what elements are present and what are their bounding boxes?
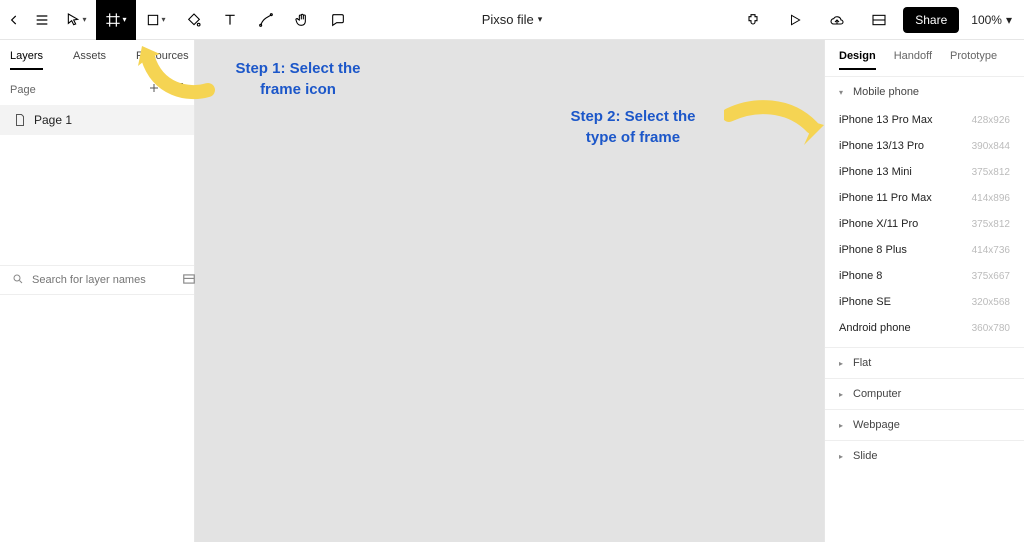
- top-toolbar: ▾ ▾ ▾ Pixso file ▾: [0, 0, 1024, 40]
- right-tabs: Design Handoff Prototype: [825, 40, 1024, 76]
- section-mobile: ▾ Mobile phone iPhone 13 Pro Max428x926 …: [825, 76, 1024, 347]
- view-mode-button[interactable]: [861, 0, 897, 40]
- preset-list-mobile: iPhone 13 Pro Max428x926 iPhone 13/13 Pr…: [825, 107, 1024, 347]
- section-title: Slide: [853, 450, 877, 462]
- search-icon: [12, 273, 24, 288]
- chevron-down-icon: ▾: [1006, 13, 1012, 27]
- left-panel: Layers Assets Resources Page Page 1: [0, 40, 195, 542]
- layer-search: [0, 265, 194, 295]
- triangle-down-icon: ▾: [839, 88, 847, 97]
- text-tool[interactable]: [212, 0, 248, 40]
- frame-preset[interactable]: iPhone 13 Mini375x812: [825, 159, 1024, 185]
- file-title[interactable]: Pixso file ▾: [482, 12, 543, 27]
- toolbar-right: Share 100% ▾: [735, 0, 1018, 40]
- page-header: Page: [0, 76, 194, 103]
- page-icon: [14, 113, 26, 127]
- page-name: Page 1: [34, 113, 72, 127]
- section-title: Webpage: [853, 419, 900, 431]
- plugins-button[interactable]: [735, 0, 771, 40]
- frame-preset[interactable]: iPhone 8375x667: [825, 263, 1024, 289]
- play-button[interactable]: [777, 0, 813, 40]
- annotation-step2: Step 2: Select the type of frame: [553, 106, 713, 148]
- frame-preset[interactable]: iPhone 8 Plus414x736: [825, 237, 1024, 263]
- tab-resources[interactable]: Resources: [136, 50, 189, 70]
- search-input[interactable]: [32, 274, 174, 286]
- add-page-button[interactable]: [148, 82, 160, 97]
- section-title: Mobile phone: [853, 86, 919, 98]
- hand-tool[interactable]: [284, 0, 320, 40]
- section-computer: ▸ Computer: [825, 378, 1024, 409]
- section-header-mobile[interactable]: ▾ Mobile phone: [825, 77, 1024, 107]
- triangle-right-icon: ▸: [839, 390, 847, 399]
- page-list-button[interactable]: [172, 82, 184, 97]
- section-header-flat[interactable]: ▸ Flat: [825, 348, 1024, 378]
- tab-design[interactable]: Design: [839, 50, 876, 70]
- chevron-down-icon: ▾: [82, 15, 86, 24]
- frame-preset[interactable]: iPhone 11 Pro Max414x896: [825, 185, 1024, 211]
- page-label: Page: [10, 84, 36, 96]
- section-header-webpage[interactable]: ▸ Webpage: [825, 410, 1024, 440]
- canvas[interactable]: [195, 40, 824, 542]
- chevron-down-icon: ▾: [122, 15, 126, 24]
- section-header-computer[interactable]: ▸ Computer: [825, 379, 1024, 409]
- frame-preset[interactable]: Android phone360x780: [825, 315, 1024, 341]
- section-webpage: ▸ Webpage: [825, 409, 1024, 440]
- paint-bucket-tool[interactable]: [176, 0, 212, 40]
- chevron-down-icon: ▾: [161, 15, 165, 24]
- frame-preset[interactable]: iPhone 13 Pro Max428x926: [825, 107, 1024, 133]
- tab-prototype[interactable]: Prototype: [950, 50, 997, 70]
- back-button[interactable]: [0, 0, 28, 40]
- right-panel: Design Handoff Prototype ▾ Mobile phone …: [824, 40, 1024, 542]
- menu-button[interactable]: [28, 0, 56, 40]
- frame-tool[interactable]: ▾: [96, 0, 136, 40]
- frame-preset[interactable]: iPhone 13/13 Pro390x844: [825, 133, 1024, 159]
- triangle-right-icon: ▸: [839, 452, 847, 461]
- annotation-step1: Step 1: Select the frame icon: [218, 58, 378, 100]
- cloud-button[interactable]: [819, 0, 855, 40]
- zoom-value: 100%: [971, 13, 1002, 27]
- section-flat: ▸ Flat: [825, 347, 1024, 378]
- section-header-slide[interactable]: ▸ Slide: [825, 441, 1024, 471]
- shape-tool[interactable]: ▾: [136, 0, 176, 40]
- page-list: Page 1: [0, 105, 194, 135]
- frame-preset[interactable]: iPhone X/11 Pro375x812: [825, 211, 1024, 237]
- section-title: Computer: [853, 388, 901, 400]
- triangle-right-icon: ▸: [839, 359, 847, 368]
- tab-assets[interactable]: Assets: [73, 50, 106, 70]
- chevron-down-icon: ▾: [538, 14, 543, 25]
- section-slide: ▸ Slide: [825, 440, 1024, 471]
- comment-tool[interactable]: [320, 0, 356, 40]
- file-title-text: Pixso file: [482, 12, 534, 27]
- tab-handoff[interactable]: Handoff: [894, 50, 932, 70]
- page-item[interactable]: Page 1: [0, 105, 194, 135]
- section-title: Flat: [853, 357, 871, 369]
- triangle-right-icon: ▸: [839, 421, 847, 430]
- frame-preset[interactable]: iPhone SE320x568: [825, 289, 1024, 315]
- tab-layers[interactable]: Layers: [10, 50, 43, 70]
- pen-tool[interactable]: [248, 0, 284, 40]
- zoom-control[interactable]: 100% ▾: [965, 13, 1018, 27]
- left-tabs: Layers Assets Resources: [0, 40, 194, 76]
- collapse-icon[interactable]: [182, 273, 196, 288]
- move-tool[interactable]: ▾: [56, 0, 96, 40]
- toolbar-left: ▾ ▾ ▾: [0, 0, 356, 40]
- share-button[interactable]: Share: [903, 7, 959, 33]
